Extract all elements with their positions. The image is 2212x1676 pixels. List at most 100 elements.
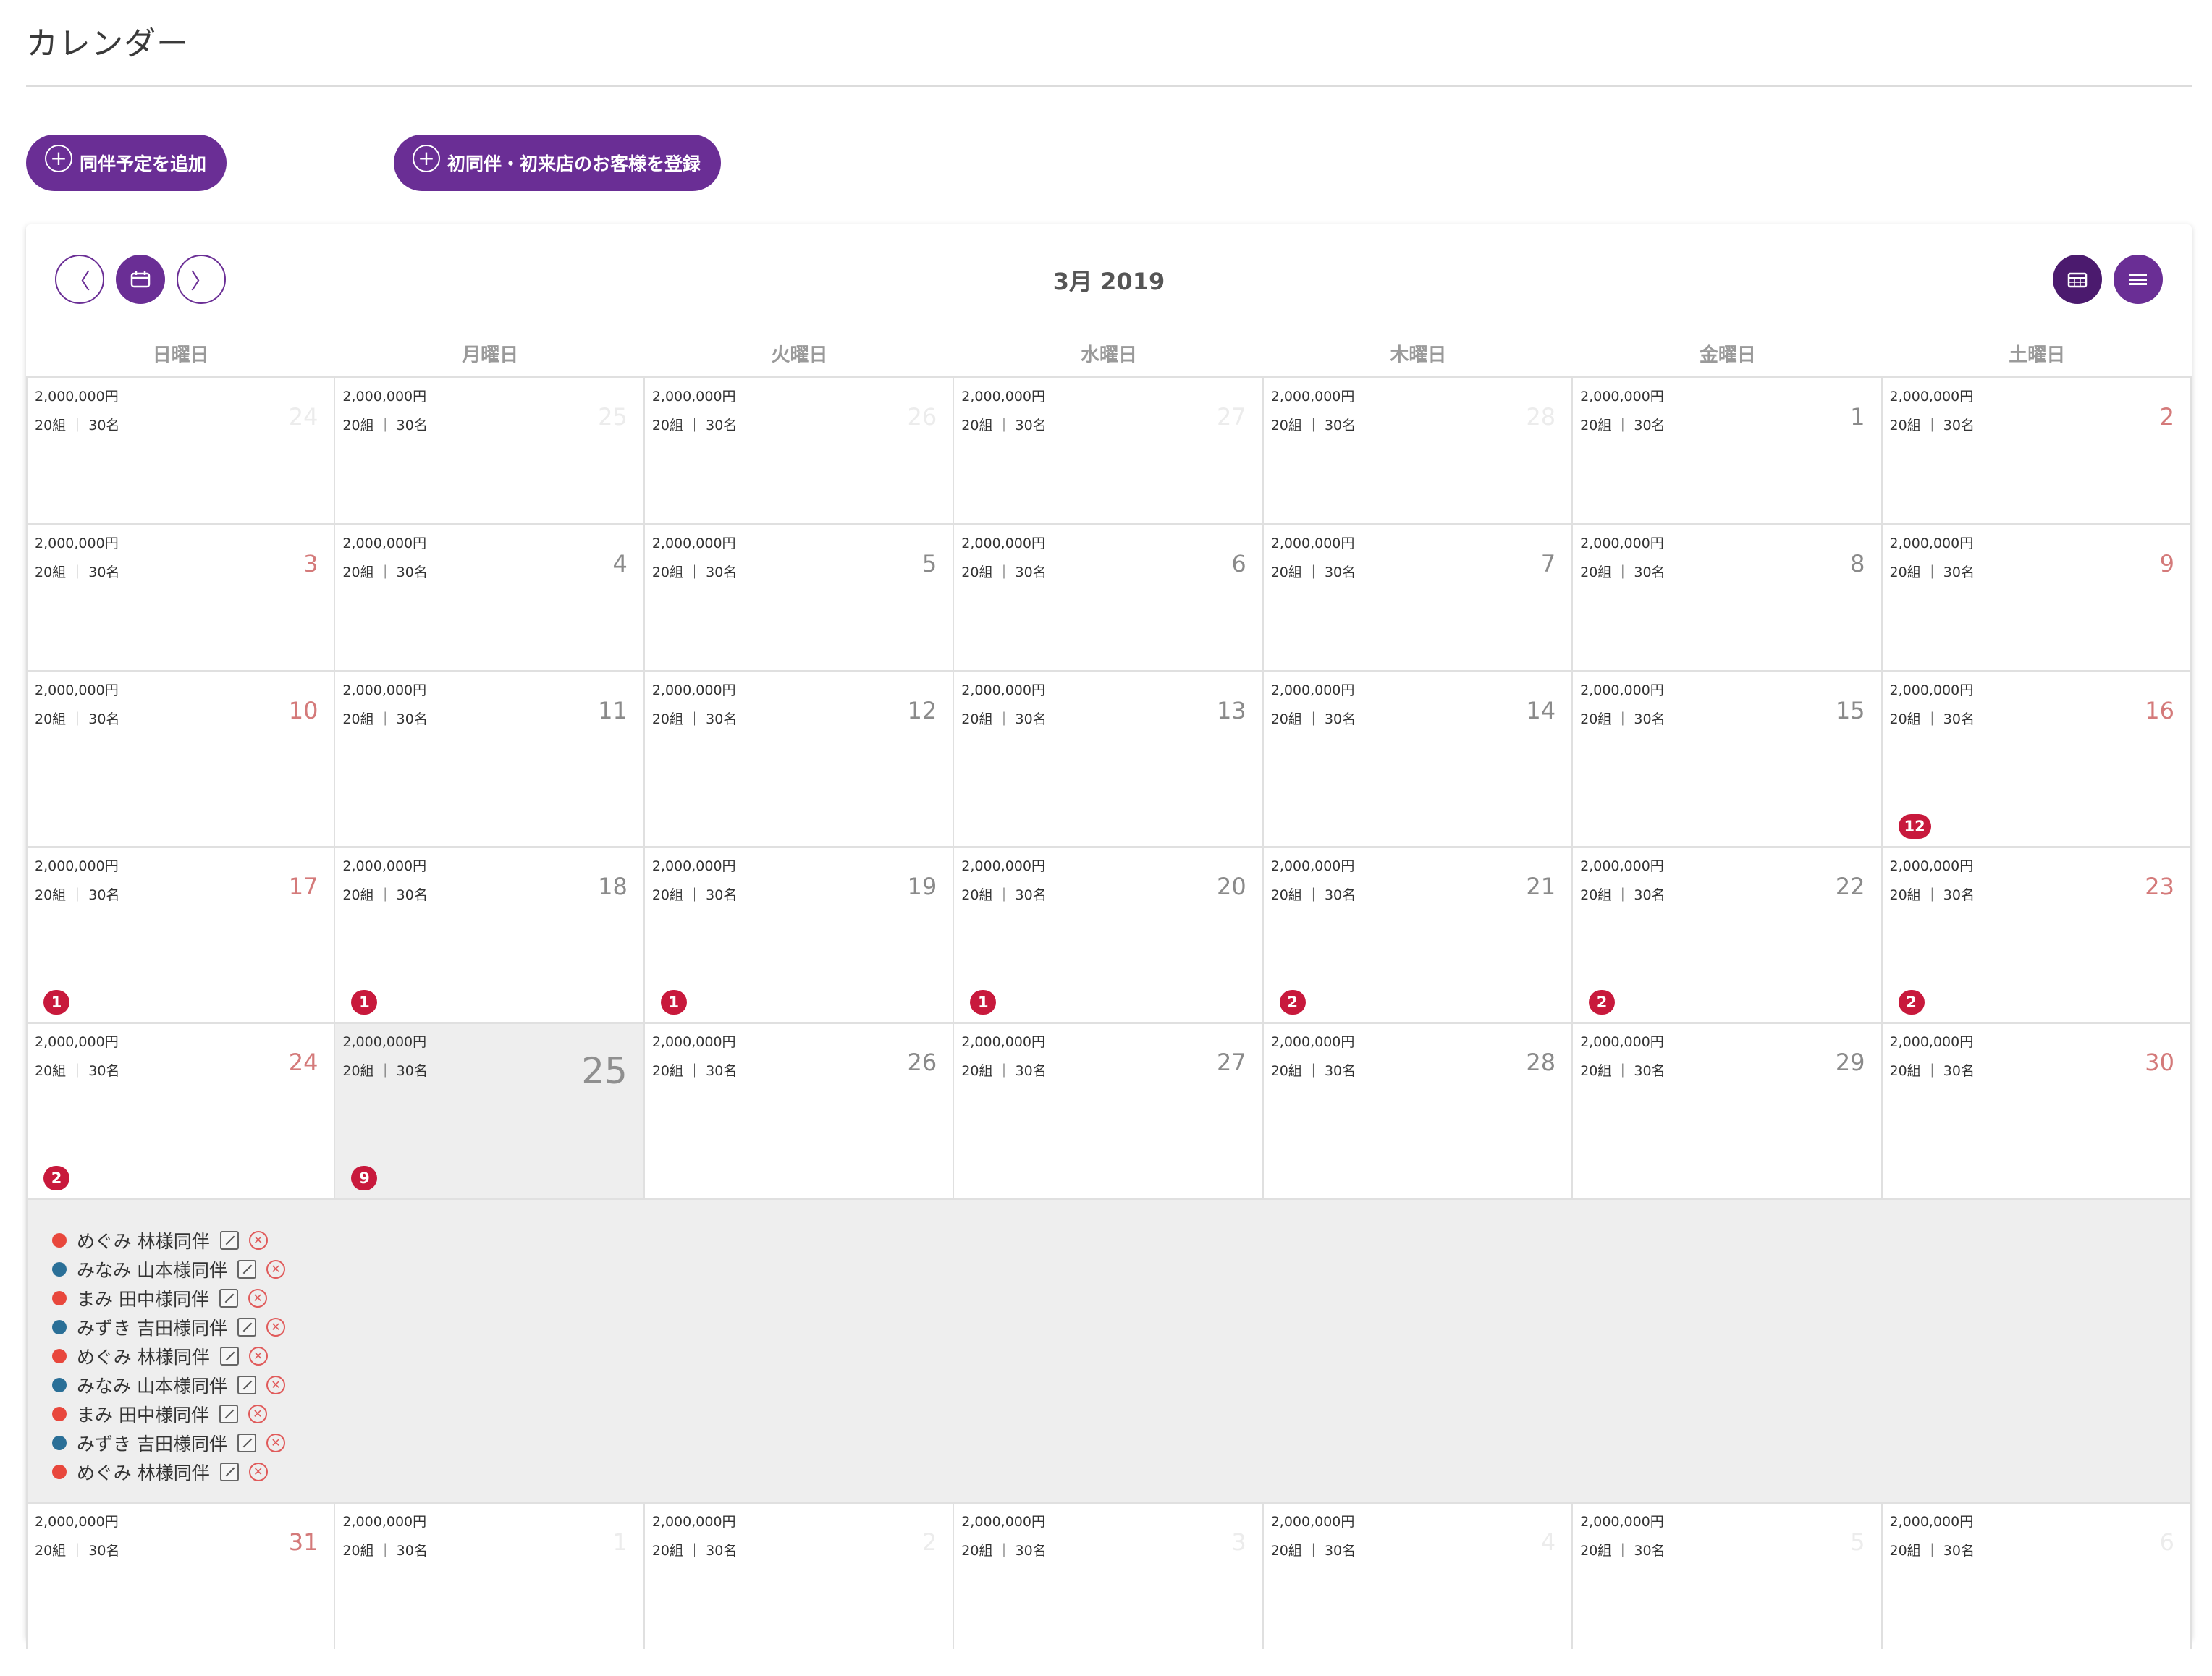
register-first-customer-button[interactable]: + 初同伴・初来店のお客様を登録 [394, 135, 722, 191]
day-cell[interactable]: 2,000,000円 20組 ｜ 30名 4 [335, 525, 645, 670]
edit-icon[interactable] [219, 1463, 239, 1481]
day-amount: 2,000,000円 [35, 1514, 119, 1530]
event-count-badge[interactable]: 12 [1898, 814, 1931, 839]
day-cell[interactable]: 2,000,000円 20組 ｜ 30名 22 2 [1573, 848, 1883, 1022]
edit-icon[interactable] [237, 1434, 256, 1452]
day-cell[interactable]: 2,000,000円 20組 ｜ 30名 10 [26, 672, 336, 846]
event-item[interactable]: みずき 吉田様同伴 ✕ [52, 1429, 2190, 1457]
delete-icon[interactable]: ✕ [248, 1463, 268, 1481]
event-count-badge[interactable]: 1 [970, 990, 997, 1015]
edit-icon[interactable] [219, 1405, 238, 1423]
day-cell[interactable]: 2,000,000円 20組 ｜ 30名 9 [1882, 525, 2192, 670]
event-label: みなみ 山本様同伴 [77, 1376, 227, 1397]
weekday-sat: 土曜日 [2009, 344, 2066, 366]
edit-icon[interactable] [237, 1318, 256, 1337]
event-count-badge[interactable]: 1 [43, 990, 69, 1015]
event-item[interactable]: めぐみ 林様同伴 ✕ [52, 1342, 2190, 1371]
day-cell[interactable]: 2,000,000円 20組 ｜ 30名 11 [335, 672, 645, 846]
edit-icon[interactable] [237, 1376, 256, 1394]
day-cell[interactable]: 2,000,000円 20組 ｜ 30名 2 [1882, 378, 2192, 523]
day-cell[interactable]: 2,000,000円 20組 ｜ 30名 6 [954, 525, 1264, 670]
event-count-badge[interactable]: 2 [1589, 990, 1616, 1015]
event-count-badge[interactable]: 2 [43, 1166, 69, 1190]
delete-icon[interactable]: ✕ [248, 1231, 268, 1250]
day-cell[interactable]: 2,000,000円 20組 ｜ 30名 5 [1573, 1504, 1883, 1649]
day-cell[interactable]: 2,000,000円 20組 ｜ 30名 26 [644, 1024, 955, 1198]
day-cell[interactable]: 2,000,000円 20組 ｜ 30名 19 1 [644, 848, 955, 1022]
delete-icon[interactable]: ✕ [248, 1289, 267, 1308]
event-count-badge[interactable]: 2 [1898, 990, 1925, 1015]
day-cell[interactable]: 2,000,000円 20組 ｜ 30名 20 1 [954, 848, 1264, 1022]
day-cell[interactable]: 2,000,000円 20組 ｜ 30名 23 2 [1882, 848, 2192, 1022]
event-item[interactable]: みなみ 山本様同伴 ✕ [52, 1371, 2190, 1400]
status-dot-icon [52, 1349, 67, 1363]
list-view-button[interactable] [2114, 255, 2163, 304]
event-count-badge[interactable]: 2 [1279, 990, 1306, 1015]
day-amount: 2,000,000円 [35, 858, 119, 874]
delete-icon[interactable]: ✕ [266, 1318, 285, 1337]
add-accompany-button[interactable]: + 同伴予定を追加 [26, 135, 227, 191]
day-cell[interactable]: 2,000,000円 20組 ｜ 30名 24 [26, 378, 336, 523]
day-cell[interactable]: 2,000,000円 20組 ｜ 30名 28 [1263, 378, 1574, 523]
day-cell[interactable]: 2,000,000円 20組 ｜ 30名 12 [644, 672, 955, 846]
delete-icon[interactable]: ✕ [248, 1405, 267, 1423]
day-cell[interactable]: 2,000,000円 20組 ｜ 30名 28 [1263, 1024, 1574, 1198]
day-cell[interactable]: 2,000,000円 20組 ｜ 30名 17 1 [26, 848, 336, 1022]
day-cell[interactable]: 2,000,000円 20組 ｜ 30名 3 [26, 525, 336, 670]
day-event-panel: めぐみ 林様同伴 ✕ みなみ 山本様同伴 ✕ まみ 田中様同伴 ✕ みずき 吉田様同伴 ✕ めぐ… [26, 1198, 2192, 1502]
day-cell[interactable]: 2,000,000円 20組 ｜ 30名 4 [1263, 1504, 1574, 1649]
day-cell[interactable]: 2,000,000円 20組 ｜ 30名 18 1 [335, 848, 645, 1022]
day-cell[interactable]: 2,000,000円 20組 ｜ 30名 16 12 [1882, 672, 2192, 846]
event-label: まみ 田中様同伴 [77, 1289, 209, 1310]
day-cell[interactable]: 2,000,000円 20組 ｜ 30名 13 [954, 672, 1264, 846]
day-cell[interactable]: 2,000,000円 20組 ｜ 30名 14 [1263, 672, 1574, 846]
day-amount: 2,000,000円 [651, 1514, 736, 1530]
day-cell[interactable]: 2,000,000円 20組 ｜ 30名 5 [644, 525, 955, 670]
day-cell[interactable]: 2,000,000円 20組 ｜ 30名 2 [644, 1504, 955, 1649]
week-row: 2,000,000円 20組 ｜ 30名 17 1 2,000,000円 20組 ｜ 30… [26, 846, 2192, 1022]
event-count-badge[interactable]: 1 [351, 990, 378, 1015]
day-cell[interactable]: 2,000,000円 20組 ｜ 30名 3 [954, 1504, 1264, 1649]
delete-icon[interactable]: ✕ [266, 1260, 285, 1279]
delete-icon[interactable]: ✕ [266, 1434, 285, 1452]
month-view-button[interactable] [2053, 255, 2102, 304]
day-cell[interactable]: 2,000,000円 20組 ｜ 30名 26 [644, 378, 955, 523]
event-count-badge[interactable]: 9 [351, 1166, 378, 1190]
event-item[interactable]: めぐみ 林様同伴 ✕ [52, 1226, 2190, 1255]
day-cell[interactable]: 2,000,000円 20組 ｜ 30名 6 [1882, 1504, 2192, 1649]
event-count-badge[interactable]: 1 [660, 990, 687, 1015]
day-counts: 20組 ｜ 30名 [35, 1063, 120, 1079]
day-counts: 20組 ｜ 30名 [1889, 564, 1975, 580]
day-number: 24 [288, 1049, 318, 1076]
day-cell[interactable]: 2,000,000円 20組 ｜ 30名 24 2 [26, 1024, 336, 1198]
day-cell[interactable]: 2,000,000円 20組 ｜ 30名 1 [335, 1504, 645, 1649]
event-item[interactable]: まみ 田中様同伴 ✕ [52, 1400, 2190, 1429]
event-item[interactable]: みなみ 山本様同伴 ✕ [52, 1255, 2190, 1284]
day-cell[interactable]: 2,000,000円 20組 ｜ 30名 27 [954, 378, 1264, 523]
plus-circle-icon: + [413, 145, 440, 172]
day-cell[interactable]: 2,000,000円 20組 ｜ 30名 29 [1573, 1024, 1883, 1198]
edit-icon[interactable] [219, 1231, 239, 1250]
event-item[interactable]: まみ 田中様同伴 ✕ [52, 1284, 2190, 1313]
day-amount: 2,000,000円 [1889, 858, 1974, 874]
day-cell[interactable]: 2,000,000円 20組 ｜ 30名 30 [1882, 1024, 2192, 1198]
event-item[interactable]: めぐみ 林様同伴 ✕ [52, 1457, 2190, 1486]
day-counts: 20組 ｜ 30名 [651, 1543, 738, 1559]
edit-icon[interactable] [237, 1260, 256, 1279]
day-cell[interactable]: 2,000,000円 20組 ｜ 30名 21 2 [1263, 848, 1574, 1022]
day-cell[interactable]: 2,000,000円 20組 ｜ 30名 31 [26, 1504, 336, 1649]
edit-icon[interactable] [219, 1347, 239, 1366]
day-cell[interactable]: 2,000,000円 20組 ｜ 30名 7 [1263, 525, 1574, 670]
day-cell[interactable]: 2,000,000円 20組 ｜ 30名 8 [1573, 525, 1883, 670]
delete-icon[interactable]: ✕ [266, 1376, 285, 1394]
day-cell[interactable]: 2,000,000円 20組 ｜ 30名 27 [954, 1024, 1264, 1198]
day-cell[interactable]: 2,000,000円 20組 ｜ 30名 25 [335, 378, 645, 523]
edit-icon[interactable] [219, 1289, 238, 1308]
event-item[interactable]: みずき 吉田様同伴 ✕ [52, 1313, 2190, 1342]
day-number: 31 [288, 1528, 318, 1556]
day-cell[interactable]: 2,000,000円 20組 ｜ 30名 15 [1573, 672, 1883, 846]
day-counts: 20組 ｜ 30名 [961, 564, 1047, 580]
day-cell[interactable]: 2,000,000円 20組 ｜ 30名 1 [1573, 378, 1883, 523]
day-cell[interactable]: 2,000,000円 20組 ｜ 30名 25 9 [335, 1024, 645, 1198]
delete-icon[interactable]: ✕ [248, 1347, 268, 1366]
